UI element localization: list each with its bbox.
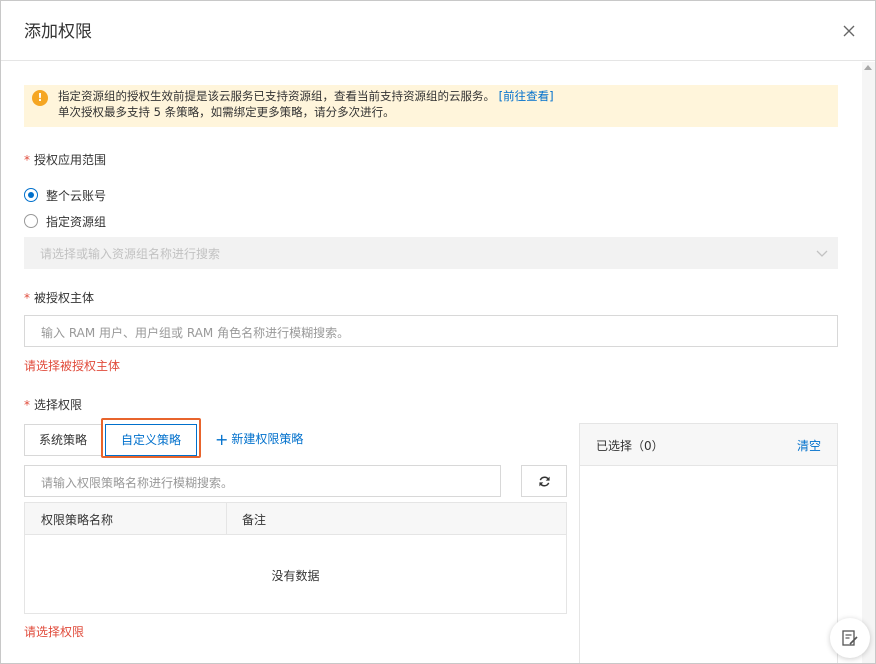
warning-icon: ! xyxy=(32,90,48,106)
plus-icon: + xyxy=(215,430,229,449)
principal-search-input[interactable]: 输入 RAM 用户、用户组或 RAM 角色名称进行模糊搜索。 xyxy=(24,315,838,347)
notice-text: 指定资源组的授权生效前提是该云服务已支持资源组，查看当前支持资源组的云服务。 [… xyxy=(58,88,554,120)
empty-state: 没有数据 xyxy=(271,569,320,583)
policy-search-placeholder: 请输入权限策略名称进行模糊搜索。 xyxy=(41,476,234,490)
selected-count: 已选择（0） xyxy=(596,439,664,453)
notice-line-1: 指定资源组的授权生效前提是该云服务已支持资源组，查看当前支持资源组的云服务。 xyxy=(58,89,495,103)
close-button[interactable] xyxy=(839,21,859,41)
principal-error: 请选择被授权主体 xyxy=(24,359,121,373)
selected-panel-header: 已选择（0） 清空 xyxy=(580,424,837,466)
required-mark: * xyxy=(24,153,30,167)
column-header-policy-name: 权限策略名称 xyxy=(41,513,114,527)
tab-custom-policy[interactable]: 自定义策略 xyxy=(105,424,197,456)
permissions-error: 请选择权限 xyxy=(24,625,85,639)
dialog-title: 添加权限 xyxy=(24,22,92,42)
column-divider xyxy=(226,503,227,535)
scrollbar[interactable] xyxy=(862,62,875,663)
resource-group-placeholder: 请选择或输入资源组名称进行搜索 xyxy=(40,247,221,261)
scope-label: * 授权应用范围 xyxy=(24,153,107,167)
selected-policies-panel: 已选择（0） 清空 xyxy=(579,423,838,663)
feedback-button[interactable] xyxy=(830,618,870,658)
dialog-body: ! 指定资源组的授权生效前提是该云服务已支持资源组，查看当前支持资源组的云服务。… xyxy=(1,62,863,663)
resource-group-select: 请选择或输入资源组名称进行搜索 xyxy=(24,237,838,269)
table-header: 权限策略名称 备注 xyxy=(25,503,566,535)
refresh-button[interactable] xyxy=(521,465,567,497)
required-mark: * xyxy=(24,398,30,412)
radio-label-whole-account: 整个云账号 xyxy=(46,188,107,203)
permissions-label: * 选择权限 xyxy=(24,398,83,412)
policy-table: 权限策略名称 备注 没有数据 xyxy=(24,502,567,614)
column-header-remark: 备注 xyxy=(242,513,267,527)
radio-button-unchecked[interactable] xyxy=(24,214,38,228)
notice-line-2: 单次授权最多支持 5 条策略，如需绑定更多策略，请分多次进行。 xyxy=(58,105,395,119)
tab-system-policy[interactable]: 系统策略 xyxy=(24,424,102,456)
required-mark: * xyxy=(24,291,30,305)
add-permission-dialog: 添加权限 ! 指定资源组的授权生效前提是该云服务已支持资源组，查看当前支持资源组… xyxy=(0,0,876,664)
radio-resource-group[interactable]: 指定资源组 xyxy=(24,213,106,229)
refresh-icon xyxy=(539,476,550,487)
radio-whole-account[interactable]: 整个云账号 xyxy=(24,187,106,203)
edit-note-icon xyxy=(842,630,858,646)
view-supported-services-link[interactable]: [前往查看] xyxy=(499,89,554,103)
principal-placeholder: 输入 RAM 用户、用户组或 RAM 角色名称进行模糊搜索。 xyxy=(41,326,350,340)
radio-label-resource-group: 指定资源组 xyxy=(46,214,107,229)
principal-label: * 被授权主体 xyxy=(24,291,95,305)
scroll-up-arrow-icon[interactable] xyxy=(864,65,872,70)
clear-selected-link[interactable]: 清空 xyxy=(797,437,821,454)
policy-search-input[interactable]: 请输入权限策略名称进行模糊搜索。 xyxy=(24,465,501,497)
dialog-header: 添加权限 xyxy=(1,1,875,61)
new-policy-link[interactable]: + 新建权限策略 xyxy=(215,430,303,449)
notice-banner: ! 指定资源组的授权生效前提是该云服务已支持资源组，查看当前支持资源组的云服务。… xyxy=(24,85,838,127)
chevron-down-icon xyxy=(816,250,828,257)
close-icon xyxy=(843,25,855,37)
radio-button-checked[interactable] xyxy=(24,188,38,202)
